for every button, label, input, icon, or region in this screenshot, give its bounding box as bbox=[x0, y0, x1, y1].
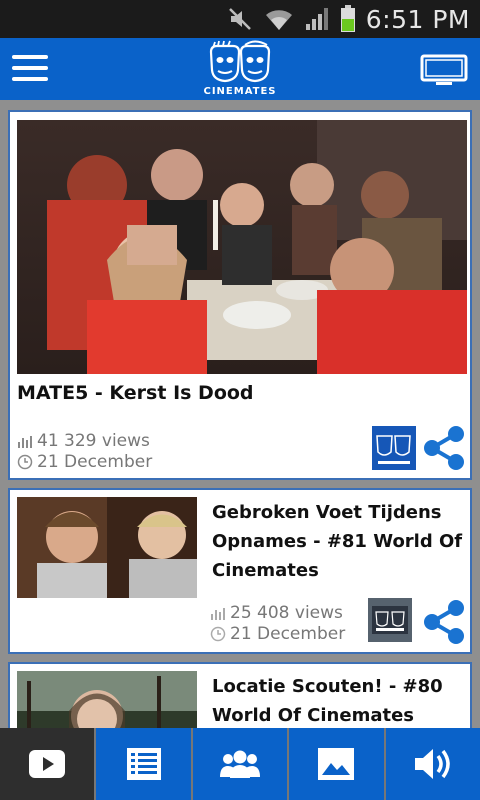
video-thumbnail[interactable] bbox=[17, 120, 467, 374]
image-icon bbox=[318, 748, 355, 780]
list-icon bbox=[126, 748, 161, 780]
app-header: CINEMATES bbox=[0, 38, 480, 100]
video-title[interactable]: Gebroken Voet Tijdens Opnames - #81 Worl… bbox=[212, 498, 464, 585]
people-icon bbox=[220, 750, 261, 778]
logo-text: CINEMATES bbox=[203, 86, 277, 97]
status-bar: 6:51 PM bbox=[0, 0, 480, 38]
hamburger-menu-icon[interactable] bbox=[12, 55, 48, 85]
view-count: 25 408 views bbox=[230, 602, 343, 623]
views-bar-icon bbox=[18, 435, 32, 448]
video-feed[interactable]: MATE5 - Kerst Is Dood 41 329 views 21 De… bbox=[0, 100, 480, 728]
tv-cast-icon[interactable] bbox=[420, 54, 468, 86]
cinemates-logo[interactable]: CINEMATES bbox=[190, 40, 290, 98]
clock-icon bbox=[210, 626, 226, 641]
video-thumbnail[interactable] bbox=[17, 671, 197, 728]
nav-people-button[interactable] bbox=[192, 728, 288, 800]
cinemates-logo-icon[interactable] bbox=[372, 426, 416, 470]
video-meta: 25 408 views 21 December bbox=[210, 602, 345, 644]
clock-icon bbox=[17, 454, 33, 469]
video-meta: 41 329 views 21 December bbox=[17, 430, 152, 472]
bottom-navigation bbox=[0, 728, 480, 800]
nav-gallery-button[interactable] bbox=[289, 728, 384, 800]
signal-icon bbox=[305, 8, 328, 30]
speaker-icon bbox=[414, 749, 450, 779]
video-card[interactable]: MATE5 - Kerst Is Dood 41 329 views 21 De… bbox=[8, 110, 472, 480]
video-title[interactable]: Locatie Scouten! - #80 World Of Cinemate… bbox=[212, 672, 464, 728]
upload-date: 21 December bbox=[230, 623, 346, 644]
mute-icon bbox=[228, 8, 251, 30]
world-of-cinemates-icon[interactable] bbox=[368, 598, 412, 642]
video-title[interactable]: MATE5 - Kerst Is Dood bbox=[17, 382, 254, 404]
video-card[interactable]: Locatie Scouten! - #80 World Of Cinemate… bbox=[8, 662, 472, 728]
battery-icon bbox=[340, 5, 355, 32]
play-video-icon bbox=[29, 750, 66, 778]
video-card[interactable]: Gebroken Voet Tijdens Opnames - #81 Worl… bbox=[8, 488, 472, 654]
nav-audio-button[interactable] bbox=[385, 728, 480, 800]
clock: 6:51 PM bbox=[365, 4, 470, 34]
share-icon[interactable] bbox=[420, 598, 468, 646]
status-icons: 6:51 PM bbox=[228, 0, 470, 38]
upload-date: 21 December bbox=[37, 451, 153, 472]
view-count: 41 329 views bbox=[37, 430, 150, 451]
views-bar-icon bbox=[211, 607, 225, 620]
video-thumbnail[interactable] bbox=[17, 497, 197, 598]
nav-videos-button[interactable] bbox=[0, 728, 95, 800]
cinemates-masks-icon bbox=[209, 40, 271, 83]
wifi-icon bbox=[265, 10, 292, 30]
nav-list-button[interactable] bbox=[96, 728, 191, 800]
share-icon[interactable] bbox=[420, 424, 468, 472]
